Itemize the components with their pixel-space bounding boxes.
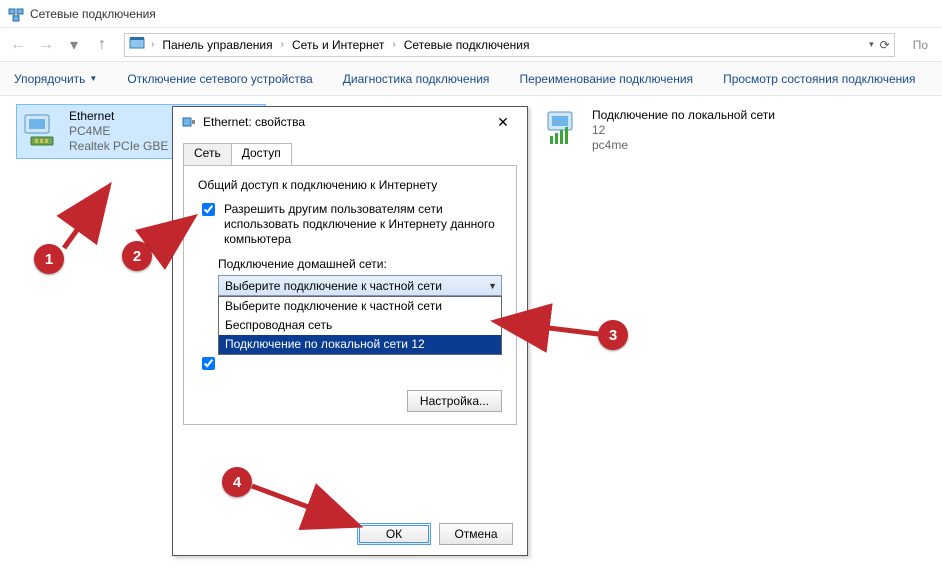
address-dropdown-icon[interactable]: ▾ <box>869 39 874 50</box>
combo-selected-text: Выберите подключение к частной сети <box>225 279 442 293</box>
refresh-icon[interactable]: ⟳ <box>880 38 890 52</box>
breadcrumb-seg2[interactable]: Сеть и Интернет <box>290 38 386 52</box>
back-button[interactable]: ← <box>6 33 30 57</box>
forward-button[interactable]: → <box>34 33 58 57</box>
breadcrumb-seg3[interactable]: Сетевые подключения <box>402 38 532 52</box>
allow-control-checkbox[interactable] <box>202 357 215 370</box>
group-title: Общий доступ к подключению к Интернету <box>198 178 502 192</box>
home-connection-label: Подключение домашней сети: <box>218 257 502 271</box>
control-panel-icon <box>129 35 145 54</box>
up-button[interactable]: ▾ <box>62 33 86 57</box>
breadcrumb-separator: › <box>279 39 286 50</box>
diagnose-cmd[interactable]: Диагностика подключения <box>343 72 490 86</box>
chevron-down-icon: ▼ <box>488 281 497 291</box>
status-cmd[interactable]: Просмотр состояния подключения <box>723 72 915 86</box>
dropdown-icon: ▼ <box>89 74 97 83</box>
breadcrumb-seg1[interactable]: Панель управления <box>160 38 274 52</box>
dialog-titlebar[interactable]: Ethernet: свойства ✕ <box>173 107 527 137</box>
connection-status: PC4ME <box>69 124 168 139</box>
up-arrow-button[interactable]: ↑ <box>90 33 114 57</box>
combo-option[interactable]: Беспроводная сеть <box>219 316 501 335</box>
ok-button[interactable]: ОК <box>357 523 431 545</box>
dialog-title: Ethernet: свойства <box>203 115 487 129</box>
window-title: Сетевые подключения <box>30 7 156 21</box>
ethernet-adapter-icon <box>21 109 61 149</box>
home-connection-combo[interactable]: Выберите подключение к частной сети ▼ <box>218 275 502 296</box>
tab-strip: Сеть Доступ <box>183 143 517 165</box>
lan-adapter-icon <box>544 108 584 148</box>
connection-device: pc4me <box>592 138 775 153</box>
disable-device-cmd[interactable]: Отключение сетевого устройства <box>127 72 312 86</box>
tab-network[interactable]: Сеть <box>183 143 232 165</box>
breadcrumb-separator: › <box>390 39 397 50</box>
address-bar[interactable]: › Панель управления › Сеть и Интернет › … <box>124 33 895 57</box>
close-button[interactable]: ✕ <box>487 110 519 134</box>
organize-label: Упорядочить <box>14 72 85 86</box>
network-icon <box>8 6 24 22</box>
connection-name: Ethernet <box>69 109 168 124</box>
second-checkbox-row <box>198 356 502 373</box>
adapter-icon <box>181 114 197 130</box>
tab-sharing[interactable]: Доступ <box>231 143 292 165</box>
annotation-1: 1 <box>34 244 64 274</box>
dialog-body: Сеть Доступ Общий доступ к подключению к… <box>173 137 527 425</box>
combo-option[interactable]: Выберите подключение к частной сети <box>219 297 501 316</box>
navigation-bar: ← → ▾ ↑ › Панель управления › Сеть и Инт… <box>0 28 942 62</box>
combo-dropdown-list: Выберите подключение к частной сети Бесп… <box>218 296 502 355</box>
connection-status: 12 <box>592 123 775 138</box>
connection-device: Realtek PCIe GBE <box>69 139 168 154</box>
allow-sharing-label: Разрешить другим пользователям сети испо… <box>224 202 502 247</box>
dialog-footer: ОК Отмена <box>357 523 513 545</box>
connection-name: Подключение по локальной сети <box>592 108 775 123</box>
connection-text: Ethernet PC4ME Realtek PCIe GBE <box>69 109 168 154</box>
settings-button[interactable]: Настройка... <box>407 390 502 412</box>
command-bar: Упорядочить ▼ Отключение сетевого устрой… <box>0 62 942 96</box>
annotation-2: 2 <box>122 241 152 271</box>
search-label: По <box>905 38 936 52</box>
annotation-4: 4 <box>222 467 252 497</box>
cancel-button[interactable]: Отмена <box>439 523 513 545</box>
home-connection-combo-wrap: Выберите подключение к частной сети ▼ Вы… <box>218 275 502 296</box>
rename-cmd[interactable]: Переименование подключения <box>519 72 693 86</box>
connection-text: Подключение по локальной сети 12 pc4me <box>592 108 775 153</box>
breadcrumb-separator: › <box>149 39 156 50</box>
combo-option-highlighted[interactable]: Подключение по локальной сети 12 <box>219 335 501 354</box>
organize-menu[interactable]: Упорядочить ▼ <box>14 72 97 86</box>
annotation-3: 3 <box>598 320 628 350</box>
allow-sharing-checkbox[interactable] <box>202 203 215 216</box>
sharing-tab-panel: Общий доступ к подключению к Интернету Р… <box>183 165 517 425</box>
connection-lan[interactable]: Подключение по локальной сети 12 pc4me <box>540 104 790 157</box>
allow-sharing-row: Разрешить другим пользователям сети испо… <box>198 202 502 247</box>
window-titlebar: Сетевые подключения <box>0 0 942 28</box>
